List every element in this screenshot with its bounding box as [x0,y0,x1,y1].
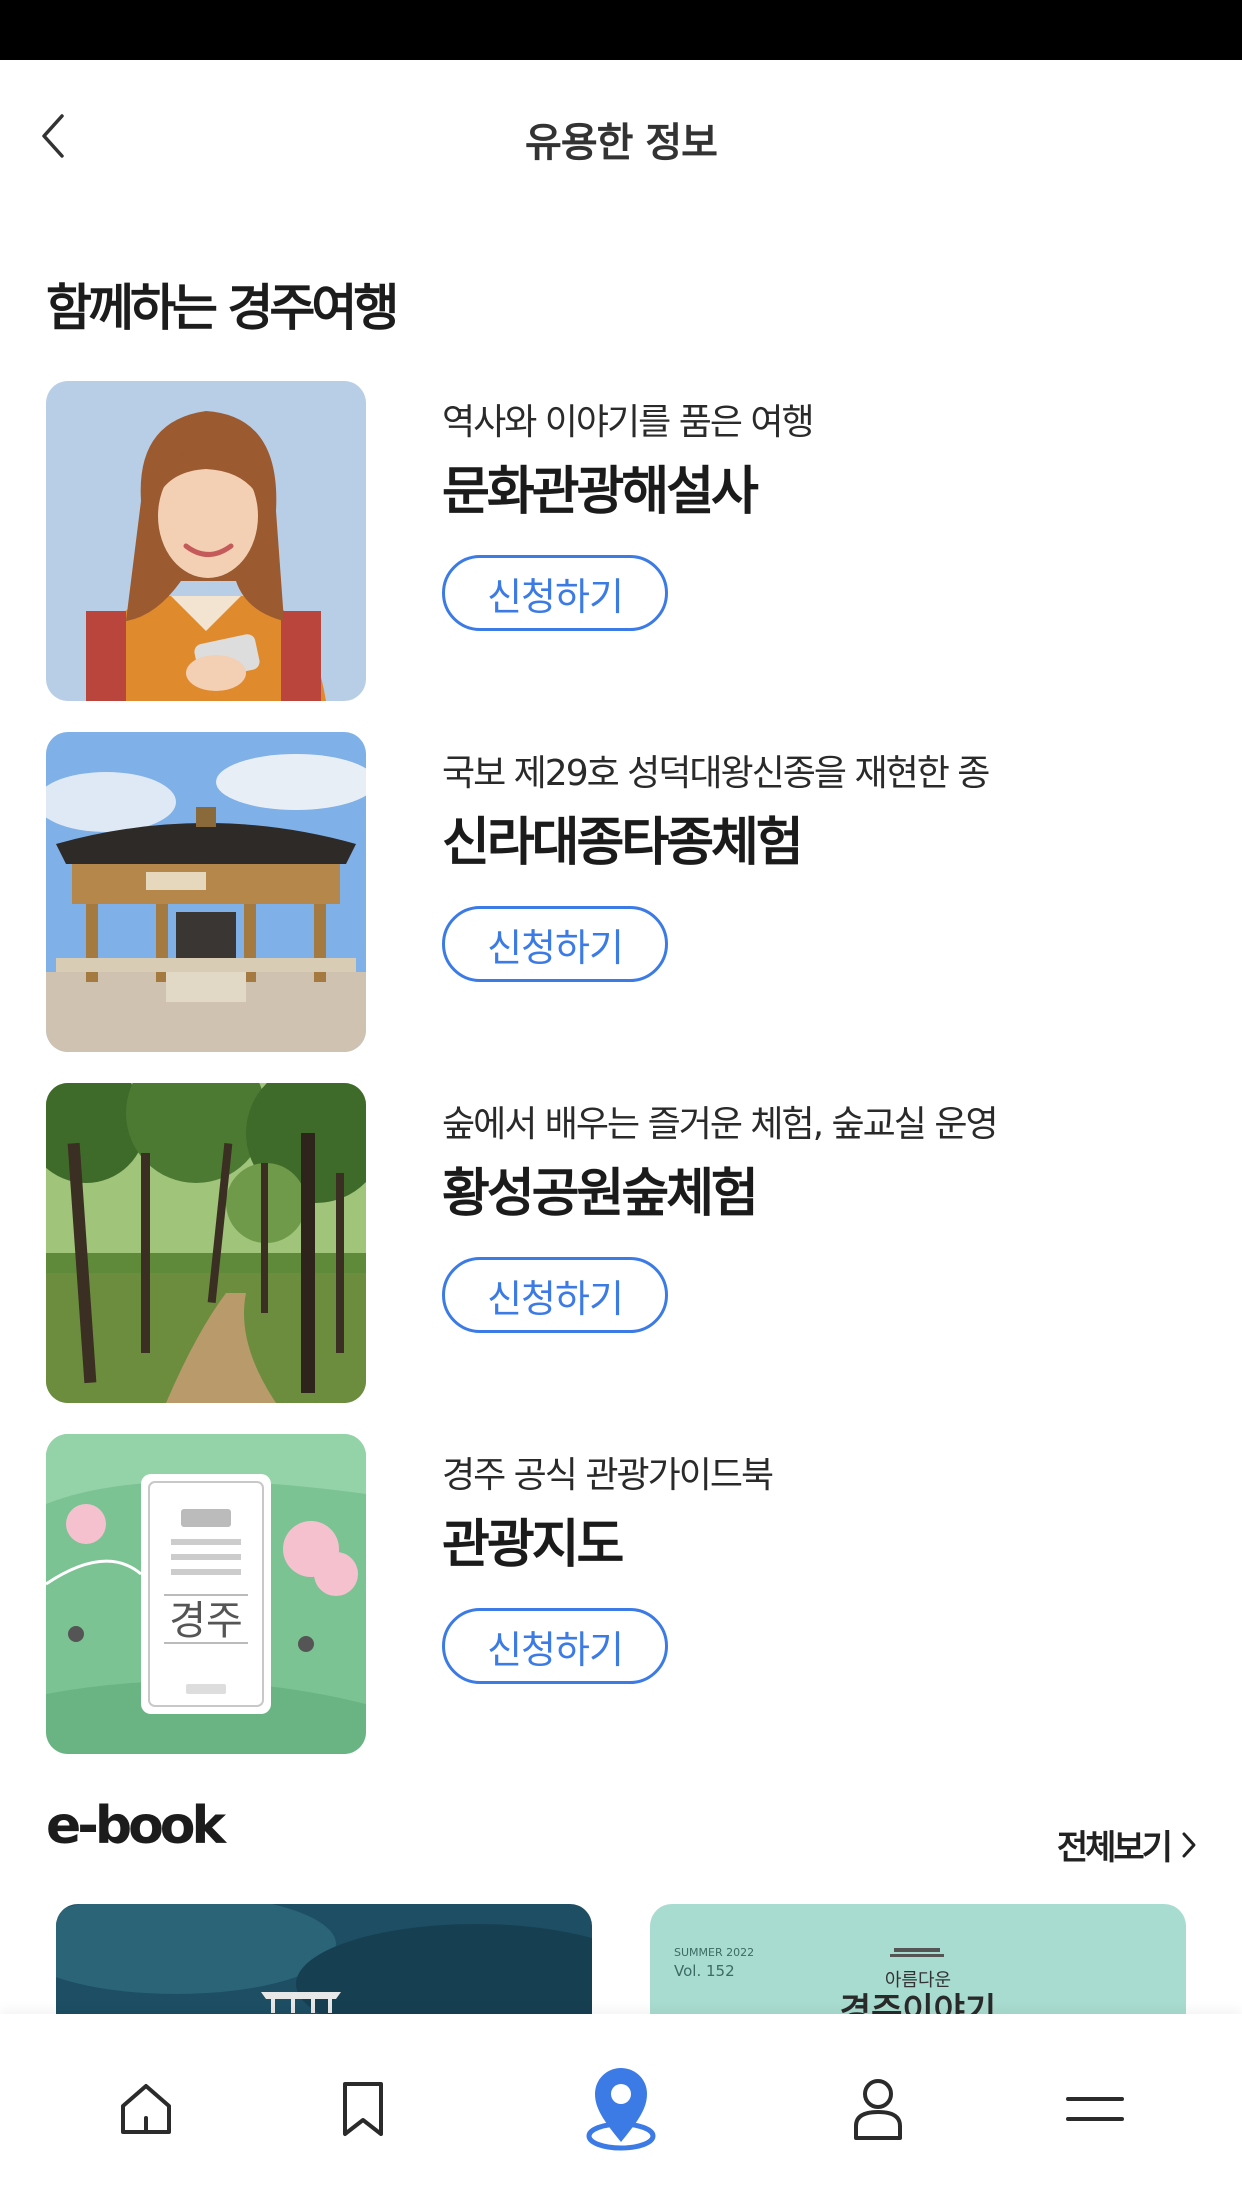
ebook-brand: 아름다운 [885,1970,951,1991]
ebook-section-title: e-book [46,1796,226,1856]
map-cover-title: 경주 [169,1598,243,1644]
section-title: 함께하는 경주여행 [46,279,399,337]
chevron-right-icon [1182,1832,1196,1857]
tour-map-thumbnail[interactable]: 경주 [46,1434,366,1754]
program-card-forest: 숲에서 배우는 즐거운 체험, 숲교실 운영 황성공원숲체험 신청하기 [46,1083,1196,1403]
location-pin-icon [586,2068,656,2151]
card-subtitle: 경주 공식 관광가이드북 [442,1455,774,1496]
ebook-cover[interactable] [56,1904,592,2014]
apply-button[interactable]: 신청하기 [442,1608,668,1684]
apply-button[interactable]: 신청하기 [442,906,668,982]
forest-thumbnail[interactable] [46,1083,366,1403]
nav-bookmark[interactable] [298,2044,428,2174]
ebook-cover-title: 경주이야기 [840,1991,996,2014]
ebook-carousel[interactable]: SUMMER 2022 Vol. 152 아름다운 경주이야기 [0,1904,1242,2014]
view-all-link[interactable]: 전체보기 [1057,1820,1198,1869]
ebook-cover[interactable]: SUMMER 2022 Vol. 152 아름다운 경주이야기 [650,1904,1186,2014]
status-bar [0,0,1242,60]
card-title: 신라대종타종체험 [442,813,804,873]
nav-menu[interactable] [1030,2044,1160,2174]
ebook-volume: Vol. 152 [674,1962,735,1980]
nav-profile[interactable] [813,2044,943,2174]
nav-location[interactable] [556,2044,686,2174]
bookmark-icon [343,2082,383,2136]
bell-pavilion-thumbnail[interactable] [46,732,366,1052]
program-card-bell: 국보 제29호 성덕대왕신종을 재현한 종 신라대종타종체험 신청하기 [46,732,1196,1052]
apply-button[interactable]: 신청하기 [442,1257,668,1333]
nav-home[interactable] [81,2044,211,2174]
user-icon [854,2079,902,2140]
page-title: 유용한 정보 [525,120,718,166]
home-icon [121,2084,171,2134]
apply-button[interactable]: 신청하기 [442,555,668,631]
card-title: 황성공원숲체험 [442,1164,759,1224]
card-title: 관광지도 [442,1515,624,1575]
card-title: 문화관광해설사 [442,462,759,522]
program-card-map: 경주 경주 공식 관광가이드북 관광지도 신청하기 [46,1434,1196,1754]
guide-thumbnail[interactable] [46,381,366,701]
view-all-label: 전체보기 [1056,1828,1173,1868]
card-subtitle: 역사와 이야기를 품은 여행 [442,402,815,443]
menu-icon [1066,2097,1124,2121]
card-subtitle: 국보 제29호 성덕대왕신종을 재현한 종 [442,753,990,794]
ebook-season: SUMMER 2022 [674,1946,754,1959]
card-subtitle: 숲에서 배우는 즐거운 체험, 숲교실 운영 [442,1104,999,1145]
bottom-navigation [0,2014,1242,2208]
app-header: 유용한 정보 [0,60,1242,212]
program-card-guide: 역사와 이야기를 품은 여행 문화관광해설사 신청하기 [46,381,1196,701]
